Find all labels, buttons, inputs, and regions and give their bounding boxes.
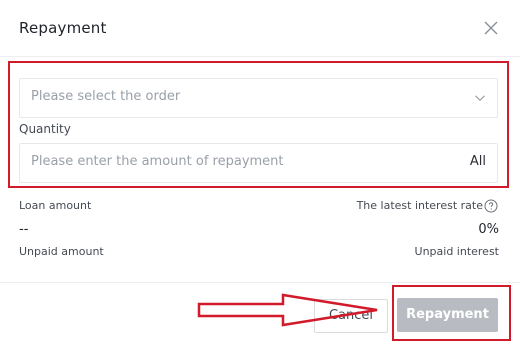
form-highlight-box <box>8 61 509 188</box>
repayment-button[interactable]: Repayment <box>397 298 498 332</box>
interest-rate-value: 0% <box>478 222 499 237</box>
footer-divider <box>0 282 520 283</box>
loan-amount-value: -- <box>19 222 29 237</box>
unpaid-interest-label: Unpaid interest <box>414 245 499 258</box>
interest-rate-label: The latest interest rate <box>356 199 483 212</box>
unpaid-amount-label: Unpaid amount <box>19 245 104 258</box>
repayment-dialog: Repayment Please select the order Quanti… <box>0 0 520 341</box>
loan-amount-label: Loan amount <box>19 199 92 212</box>
close-icon[interactable] <box>482 19 500 37</box>
dialog-title: Repayment <box>19 19 107 37</box>
header-divider <box>0 56 520 57</box>
arrow-right-icon <box>197 293 378 327</box>
question-icon[interactable] <box>484 199 498 213</box>
